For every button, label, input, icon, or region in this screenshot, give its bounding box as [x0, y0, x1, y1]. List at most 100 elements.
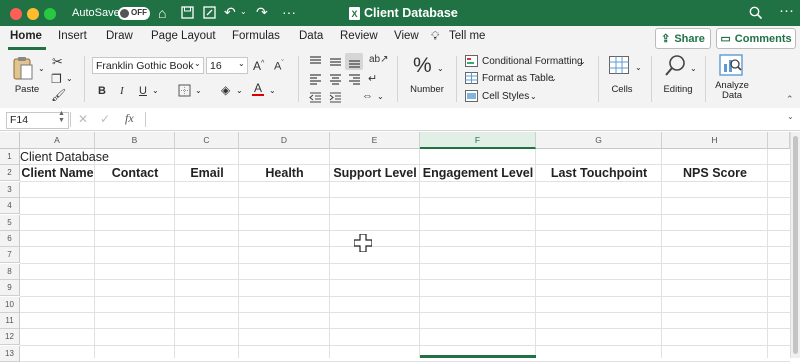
- decrease-indent-icon[interactable]: [309, 91, 322, 103]
- more-options-icon[interactable]: ···: [779, 2, 794, 19]
- document-title[interactable]: Client Database: [364, 6, 458, 20]
- tab-home[interactable]: Home: [10, 30, 42, 42]
- copy-icon[interactable]: ❐: [51, 73, 62, 85]
- row-header-1[interactable]: 1: [0, 149, 20, 165]
- home-icon[interactable]: ⌂: [158, 6, 166, 20]
- row-header-3[interactable]: 3: [0, 182, 20, 198]
- decrease-font-icon[interactable]: Aˇ: [274, 58, 284, 73]
- percent-icon[interactable]: %: [413, 54, 432, 78]
- tell-me-search[interactable]: Tell me: [449, 30, 485, 42]
- tab-page-layout[interactable]: Page Layout: [151, 30, 216, 42]
- comments-button[interactable]: ▭ Comments: [716, 28, 796, 49]
- align-middle-icon[interactable]: [329, 56, 342, 68]
- column-header-c[interactable]: C: [175, 132, 239, 149]
- align-left-icon[interactable]: [309, 73, 322, 85]
- copy-dropdown-icon[interactable]: ⌄: [66, 74, 73, 83]
- close-window-button[interactable]: [10, 8, 22, 20]
- edit-icon[interactable]: [203, 6, 216, 19]
- increase-font-icon[interactable]: A^: [253, 58, 264, 72]
- cell-styles-dropdown-icon[interactable]: ⌄: [530, 92, 537, 101]
- tab-view[interactable]: View: [394, 30, 419, 42]
- header-cell-b2[interactable]: Contact: [95, 165, 175, 182]
- row-header-2[interactable]: 2: [0, 165, 20, 181]
- paste-dropdown-icon[interactable]: ⌄: [38, 64, 45, 73]
- editing-search-icon[interactable]: [664, 54, 688, 78]
- redo-icon[interactable]: ↷: [256, 5, 268, 19]
- name-box-stepper-icon[interactable]: ▲ ▼: [58, 110, 65, 124]
- column-header-f[interactable]: F: [420, 132, 536, 149]
- bold-icon[interactable]: B: [98, 85, 106, 97]
- format-as-table-dropdown-icon[interactable]: ⌄: [550, 74, 557, 83]
- column-header-b[interactable]: B: [95, 132, 175, 149]
- row-header-4[interactable]: 4: [0, 198, 20, 214]
- column-header-stub[interactable]: [768, 132, 790, 149]
- underline-icon[interactable]: U: [139, 85, 147, 97]
- align-center-icon[interactable]: [329, 73, 342, 85]
- header-cell-h2[interactable]: NPS Score: [662, 165, 768, 182]
- increase-indent-icon[interactable]: [329, 91, 342, 103]
- cancel-entry-icon[interactable]: ✕: [78, 112, 88, 126]
- fill-color-icon[interactable]: ◈: [221, 84, 230, 96]
- borders-icon[interactable]: [178, 84, 191, 97]
- formula-input[interactable]: [149, 111, 789, 128]
- conditional-formatting-button[interactable]: Conditional Formatting: [482, 56, 583, 67]
- header-cell-d2[interactable]: Health: [239, 165, 330, 182]
- conditional-formatting-dropdown-icon[interactable]: ⌄: [579, 57, 586, 66]
- row-header-11[interactable]: 11: [0, 313, 20, 329]
- analyze-data-icon[interactable]: [719, 54, 743, 78]
- merge-dropdown-icon[interactable]: ⌄: [377, 92, 384, 101]
- tab-formulas[interactable]: Formulas: [232, 30, 280, 42]
- title-dropdown-icon[interactable]: ⌄: [449, 7, 456, 16]
- orientation-icon[interactable]: ab↗: [369, 54, 389, 66]
- format-as-table-button[interactable]: Format as Table: [482, 73, 554, 84]
- share-button[interactable]: ⇪ Share: [655, 28, 711, 49]
- format-painter-icon[interactable]: 🖌︎: [51, 89, 66, 101]
- row-header-8[interactable]: 8: [0, 264, 20, 280]
- tab-draw[interactable]: Draw: [106, 30, 133, 42]
- column-header-h[interactable]: H: [662, 132, 768, 149]
- italic-icon[interactable]: I: [120, 85, 124, 97]
- cell-a1[interactable]: Client Database: [20, 149, 109, 165]
- font-color-dropdown-icon[interactable]: ⌄: [269, 86, 276, 95]
- header-cell-g2[interactable]: Last Touchpoint: [536, 165, 662, 182]
- cell-styles-button[interactable]: Cell Styles: [482, 91, 529, 102]
- tab-insert[interactable]: Insert: [58, 30, 87, 42]
- insert-function-icon[interactable]: fx: [125, 111, 134, 126]
- tab-data[interactable]: Data: [299, 30, 323, 42]
- merge-center-icon[interactable]: ⇔: [362, 90, 373, 102]
- vertical-scrollbar[interactable]: [790, 132, 800, 358]
- font-name-select[interactable]: Franklin Gothic Book: [92, 57, 204, 74]
- header-cell-a2[interactable]: Client Name: [20, 165, 95, 182]
- paste-icon[interactable]: [12, 56, 34, 82]
- align-top-icon[interactable]: [309, 56, 322, 68]
- row-header-7[interactable]: 7: [0, 247, 20, 263]
- save-icon[interactable]: [181, 6, 194, 19]
- column-header-d[interactable]: D: [239, 132, 330, 149]
- editing-dropdown-icon[interactable]: ⌄: [690, 64, 697, 73]
- header-cell-e2[interactable]: Support Level: [330, 165, 420, 182]
- row-header-12[interactable]: 12: [0, 329, 20, 345]
- undo-dropdown-icon[interactable]: ⌄: [240, 7, 247, 16]
- more-icon[interactable]: ···: [282, 4, 296, 20]
- collapse-ribbon-icon[interactable]: ⌃: [786, 94, 794, 105]
- scrollbar-thumb[interactable]: [793, 136, 798, 354]
- number-dropdown-icon[interactable]: ⌄: [437, 64, 444, 73]
- zoom-window-button[interactable]: [44, 8, 56, 20]
- row-header-9[interactable]: 9: [0, 280, 20, 296]
- cells-icon[interactable]: [609, 56, 629, 74]
- autosave-toggle[interactable]: OFF: [118, 7, 150, 20]
- expand-formula-bar-icon[interactable]: ⌄: [787, 112, 794, 121]
- row-header-13[interactable]: 13: [0, 346, 20, 362]
- borders-dropdown-icon[interactable]: ⌄: [195, 86, 202, 95]
- underline-dropdown-icon[interactable]: ⌄: [152, 86, 159, 95]
- fill-color-dropdown-icon[interactable]: ⌄: [236, 86, 243, 95]
- cells-dropdown-icon[interactable]: ⌄: [635, 63, 642, 72]
- font-size-dropdown-icon[interactable]: ⌄: [238, 59, 245, 68]
- select-all-corner[interactable]: [0, 132, 20, 149]
- minimize-window-button[interactable]: [27, 8, 39, 20]
- header-cell-f2[interactable]: Engagement Level: [420, 165, 536, 182]
- font-color-icon[interactable]: A: [252, 82, 265, 96]
- cut-icon[interactable]: ✂: [52, 55, 63, 68]
- wrap-text-icon[interactable]: ↵: [368, 73, 377, 85]
- row-header-5[interactable]: 5: [0, 215, 20, 231]
